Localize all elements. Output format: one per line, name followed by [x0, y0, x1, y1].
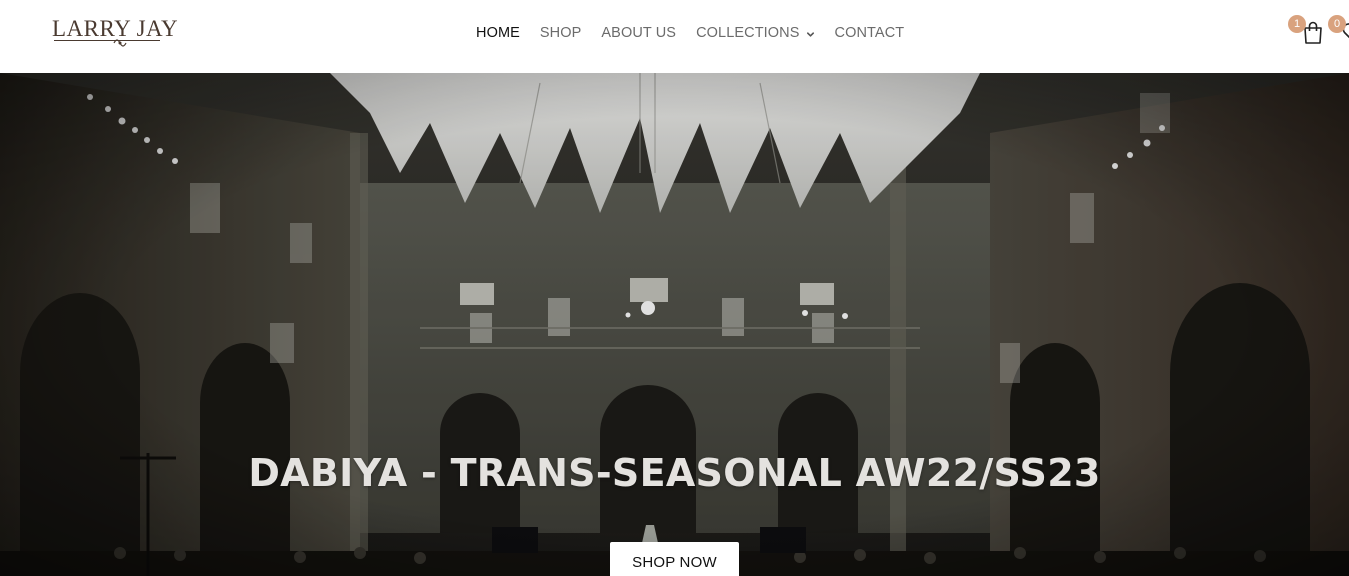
wishlist-count-badge: 0 [1328, 15, 1346, 33]
logo-text: LARRY JAY [52, 16, 179, 41]
wishlist-button[interactable]: 0 [1328, 15, 1349, 45]
nav-item-label: CONTACT [834, 25, 905, 41]
main-nav: HOME SHOP ABOUT US COLLECTIONS CONTACT [476, 22, 904, 44]
nav-item-contact[interactable]: CONTACT [835, 25, 905, 41]
nav-item-home[interactable]: HOME [476, 25, 520, 41]
chevron-down-icon [806, 31, 814, 37]
shop-now-button[interactable]: SHOP NOW [610, 542, 739, 576]
nav-item-about-us[interactable]: ABOUT US [601, 25, 676, 41]
logo-ornament-icon [113, 39, 127, 47]
hero-background-image [0, 73, 1349, 576]
cart-count-badge: 1 [1288, 15, 1306, 33]
hero-banner: DABIYA - TRANS-SEASONAL AW22/SS23 SHOP N… [0, 73, 1349, 576]
header-icons: 1 0 [1209, 0, 1349, 73]
nav-item-label: SHOP [539, 25, 582, 41]
nav-item-shop[interactable]: SHOP [540, 25, 582, 41]
nav-item-label: HOME [476, 25, 520, 41]
nav-item-label: ABOUT US [601, 25, 677, 41]
nav-item-collections[interactable]: COLLECTIONS [696, 25, 814, 41]
logo-underline [54, 40, 160, 41]
hero-title: DABIYA - TRANS-SEASONAL AW22/SS23 [248, 451, 1101, 495]
nav-item-label: COLLECTIONS [696, 25, 800, 41]
cart-button[interactable]: 1 [1288, 15, 1326, 45]
brand-logo[interactable]: LARRY JAY [52, 15, 179, 51]
site-header: LARRY JAY HOME SHOP ABOUT US COLLECTIONS… [0, 0, 1349, 73]
